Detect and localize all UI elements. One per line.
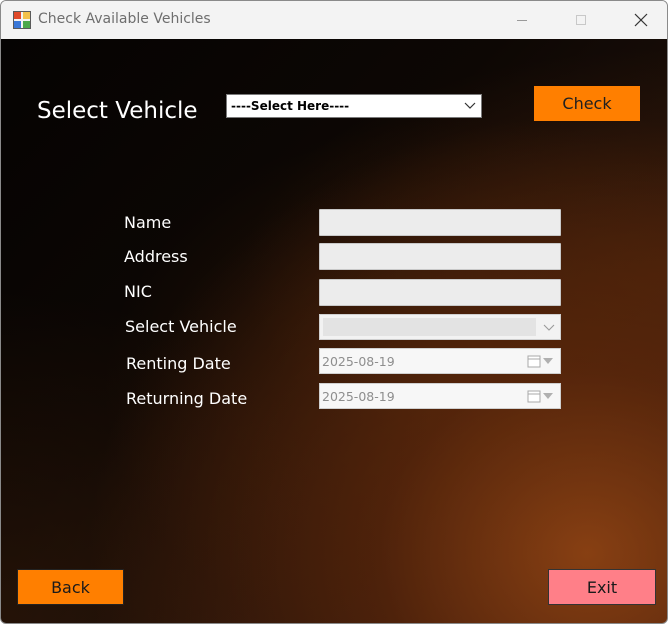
nic-field[interactable] <box>319 279 561 306</box>
title-bar[interactable]: Check Available Vehicles <box>1 1 667 39</box>
window-title: Check Available Vehicles <box>38 11 211 27</box>
vehicle-combo-value <box>323 318 536 336</box>
name-field[interactable] <box>319 209 561 236</box>
calendar-icon[interactable] <box>527 354 541 368</box>
close-icon <box>634 13 648 27</box>
chevron-down-icon <box>464 102 476 109</box>
exit-button[interactable]: Exit <box>548 569 656 605</box>
maximize-icon <box>576 15 586 25</box>
vehicle-label: Select Vehicle <box>125 317 237 336</box>
minimize-icon <box>517 20 527 21</box>
renting-date-picker[interactable]: 2025-08-19 <box>319 348 561 374</box>
nic-label: NIC <box>124 282 152 301</box>
form-content: Select Vehicle ----Select Here---- Check… <box>1 39 667 623</box>
maximize-button[interactable] <box>558 1 604 39</box>
check-button[interactable]: Check <box>534 86 640 121</box>
calendar-icon[interactable] <box>527 389 541 403</box>
returning-date-label: Returning Date <box>126 389 248 408</box>
renting-date-label: Renting Date <box>126 354 231 373</box>
dropdown-arrow-icon[interactable] <box>543 393 553 399</box>
name-label: Name <box>124 213 172 232</box>
returning-date-picker[interactable]: 2025-08-19 <box>319 383 561 409</box>
chevron-down-icon <box>543 324 555 331</box>
vehicle-combo[interactable] <box>319 314 561 340</box>
back-button[interactable]: Back <box>17 569 124 605</box>
dropdown-arrow-icon[interactable] <box>543 358 553 364</box>
address-field[interactable] <box>319 243 561 270</box>
vehicle-select-dropdown[interactable]: ----Select Here---- <box>226 94 482 118</box>
address-label: Address <box>124 247 188 266</box>
select-vehicle-heading: Select Vehicle <box>37 98 198 124</box>
app-icon <box>13 11 31 29</box>
close-button[interactable] <box>618 1 664 39</box>
renting-date-value: 2025-08-19 <box>322 354 395 369</box>
vehicle-select-value: ----Select Here---- <box>231 99 350 113</box>
check-available-vehicles-window: Check Available Vehicles Select Vehicle … <box>0 0 668 624</box>
returning-date-value: 2025-08-19 <box>322 389 395 404</box>
minimize-button[interactable] <box>499 1 545 39</box>
